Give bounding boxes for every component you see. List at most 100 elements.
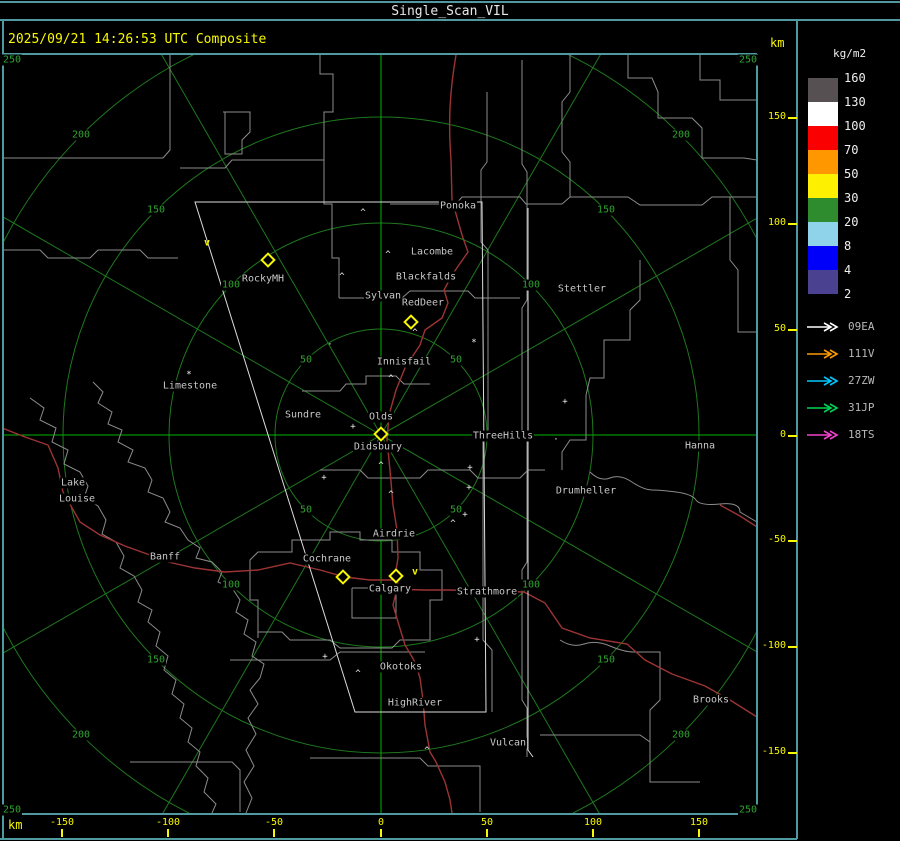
window-title: Single_Scan_VIL — [391, 4, 509, 19]
legend-color-swatch — [808, 78, 838, 102]
city-label-louise: Louise — [57, 493, 97, 505]
x-axis-tick — [592, 829, 594, 837]
y-axis-tick — [788, 117, 797, 119]
radar-id-111V: 111V — [848, 347, 875, 360]
city-label-reddeer: RedDeer — [400, 297, 446, 309]
city-label-limestone: Limestone — [161, 380, 219, 392]
range-ring-label: 100 — [220, 279, 242, 291]
town-marker: + — [462, 510, 468, 520]
legend-threshold: 20 — [844, 215, 859, 229]
town-marker: ^ — [339, 272, 345, 282]
legend-threshold: 30 — [844, 191, 859, 205]
town-marker: + — [562, 397, 568, 407]
legend-color-swatch — [808, 150, 838, 174]
y-axis-label: 150 — [767, 111, 786, 122]
range-ring-label: 100 — [520, 579, 542, 591]
y-axis-tick — [788, 752, 797, 754]
y-axis-tick — [788, 540, 797, 542]
x-axis-label: -50 — [264, 817, 284, 828]
y-axis-label: -50 — [767, 534, 786, 545]
range-ring-label: 250 — [1, 54, 23, 66]
x-axis-tick — [167, 829, 169, 837]
radar-viewer-window: Single_Scan_VIL 2025/09/21 14:26:53 UTC … — [0, 0, 900, 841]
range-ring-label: 150 — [145, 204, 167, 216]
range-ring-label: 50 — [448, 354, 464, 366]
radar-id-09EA: 09EA — [848, 320, 875, 333]
town-marker: · — [327, 340, 333, 350]
town-marker: + — [321, 473, 327, 483]
storm-marker-icon: v — [203, 237, 211, 249]
town-marker: ^ — [450, 519, 456, 529]
city-label-innisfail: Innisfail — [375, 356, 433, 368]
city-label-okotoks: Okotoks — [378, 661, 424, 673]
y-axis-label: 100 — [767, 217, 786, 228]
range-ring-label: 200 — [670, 729, 692, 741]
town-marker: ^ — [360, 208, 366, 218]
range-ring-label: 250 — [1, 804, 23, 816]
town-marker: ^ — [388, 374, 394, 384]
x-axis-label: -150 — [49, 817, 75, 828]
y-axis-tick — [788, 329, 797, 331]
city-label-drumheller: Drumheller — [554, 485, 618, 497]
y-axis-label: -100 — [761, 640, 786, 651]
range-ring-label: 200 — [70, 729, 92, 741]
x-axis-label: 100 — [583, 817, 603, 828]
range-ring-label: 50 — [448, 504, 464, 516]
town-marker: ^ — [378, 461, 384, 471]
x-axis-tick — [380, 829, 382, 837]
city-label-airdrie: Airdrie — [371, 528, 417, 540]
town-marker: · — [553, 435, 559, 445]
range-ring-label: 200 — [670, 129, 692, 141]
town-marker: + — [467, 463, 473, 473]
town-marker: * — [471, 338, 477, 348]
legend-color-swatch — [808, 174, 838, 198]
range-ring-label: 250 — [737, 54, 759, 66]
legend-threshold: 70 — [844, 143, 859, 157]
radar-id-31JP: 31JP — [848, 401, 875, 414]
range-ring-label: 50 — [298, 354, 314, 366]
city-label-hanna: Hanna — [683, 440, 717, 452]
range-ring-label: 100 — [520, 279, 542, 291]
legend-color-swatch — [808, 198, 838, 222]
y-axis-label: 50 — [773, 323, 786, 334]
x-axis-tick — [486, 829, 488, 837]
y-axis-tick — [788, 646, 797, 648]
legend-threshold: 130 — [844, 95, 866, 109]
bottom-axis-unit: km — [8, 818, 23, 832]
town-marker: ^ — [385, 250, 391, 260]
city-label-lake: Lake — [59, 477, 87, 489]
x-axis-label: -100 — [155, 817, 181, 828]
city-label-highriver: HighRiver — [386, 697, 444, 709]
legend-threshold: 100 — [844, 119, 866, 133]
city-label-lacombe: Lacombe — [409, 246, 455, 258]
city-label-calgary: Calgary — [367, 583, 413, 595]
y-axis-label: 0 — [779, 429, 786, 440]
storm-marker-icon: v — [411, 566, 419, 578]
radar-id-27ZW: 27ZW — [848, 374, 875, 387]
legend-threshold: 4 — [844, 263, 852, 277]
city-label-olds: Olds — [367, 411, 395, 423]
x-axis-tick — [273, 829, 275, 837]
legend-color-swatch — [808, 222, 838, 246]
city-label-banff: Banff — [148, 551, 182, 563]
town-marker: + — [466, 483, 472, 493]
x-axis-label: 150 — [689, 817, 709, 828]
right-axis-unit: km — [770, 36, 785, 50]
radar-site-diamond-icon — [373, 426, 389, 442]
city-label-sylvan: Sylvan — [363, 290, 403, 302]
town-marker: ^ — [412, 328, 418, 338]
city-label-ponoka: Ponoka — [438, 200, 478, 212]
legend-unit: kg/m2 — [833, 47, 867, 60]
range-ring-label: 200 — [70, 129, 92, 141]
y-axis-tick — [788, 435, 797, 437]
range-ring-label: 50 — [298, 504, 314, 516]
radar-id-18TS: 18TS — [848, 428, 875, 441]
town-marker: + — [474, 635, 480, 645]
x-axis-tick — [61, 829, 63, 837]
city-label-didsbury: Didsbury — [352, 441, 404, 453]
city-label-vulcan: Vulcan — [488, 737, 528, 749]
town-marker: + — [350, 422, 356, 432]
radar-site-diamond-icon — [388, 568, 404, 584]
legend-color-swatch — [808, 126, 838, 150]
y-axis-tick — [788, 223, 797, 225]
